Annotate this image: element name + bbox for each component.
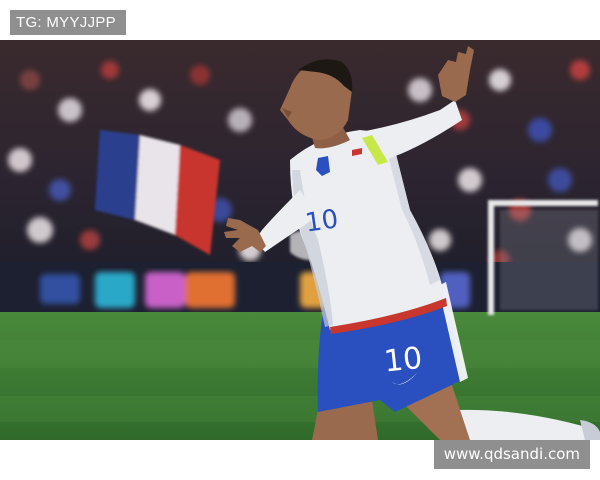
shorts-number: 10 xyxy=(382,341,424,380)
photo: 10 10 xyxy=(0,40,600,440)
watermark-top: TG: MYYJJPP xyxy=(10,10,126,35)
goal-frame xyxy=(488,200,598,315)
jersey-number: 10 xyxy=(303,204,340,238)
watermark-bottom: www.qdsandi.com xyxy=(433,440,590,469)
